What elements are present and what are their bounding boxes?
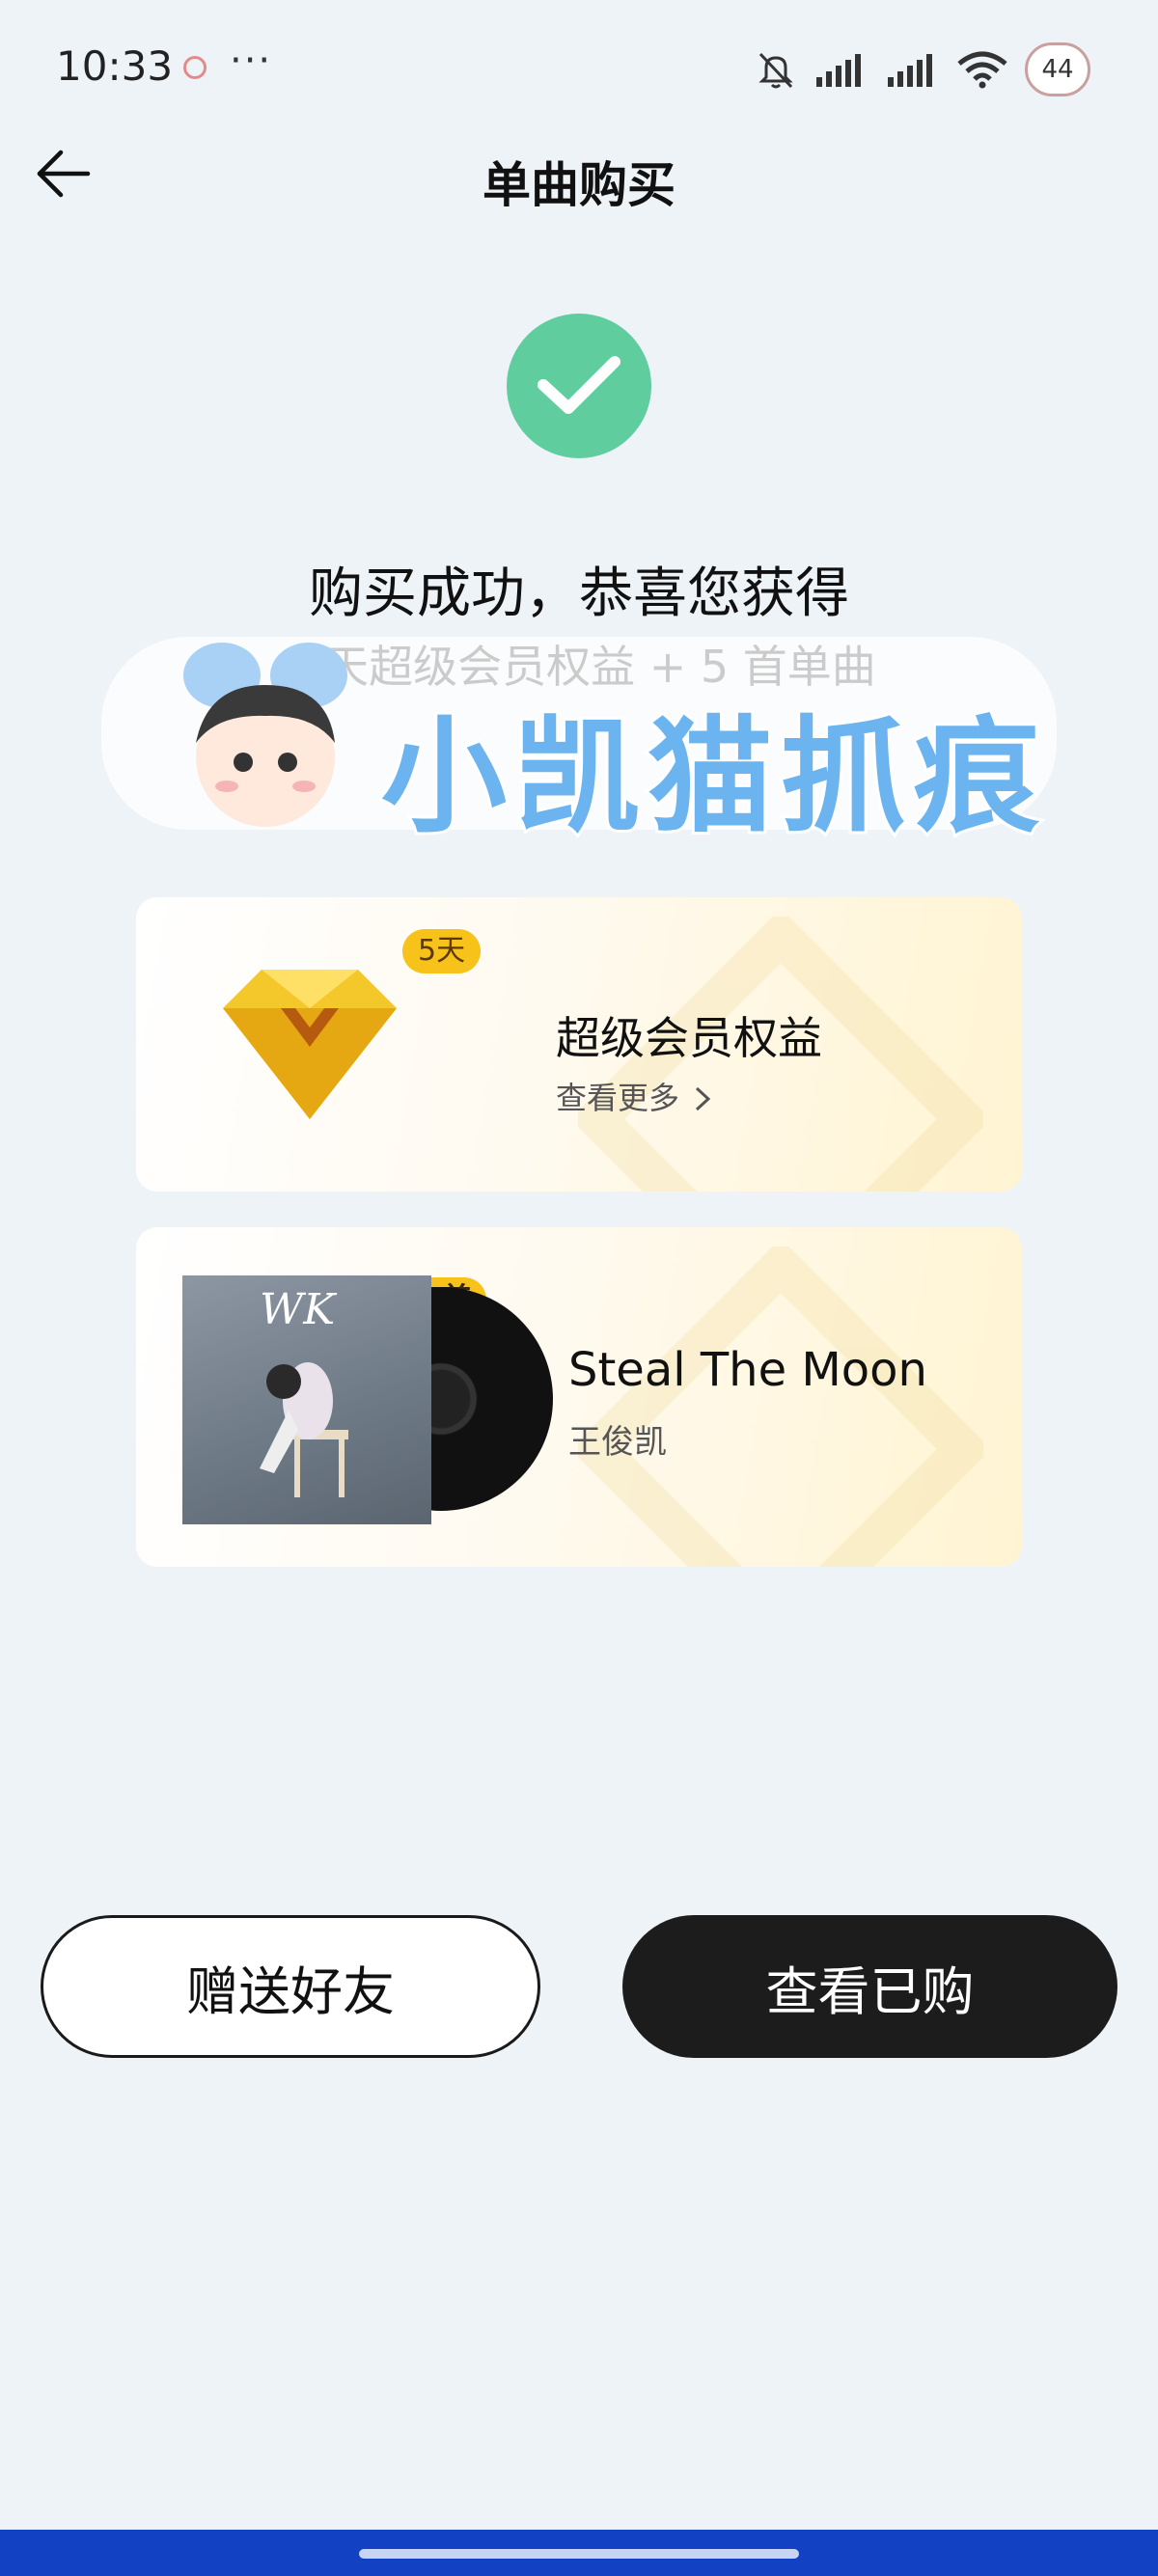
more-notifications-icon: ··· — [230, 39, 273, 83]
wifi-icon — [957, 51, 1007, 89]
success-check-icon — [507, 314, 651, 458]
chevron-right-icon — [696, 1086, 711, 1111]
notification-app-icon — [183, 56, 207, 79]
view-purchased-button[interactable]: 查看已购 — [622, 1915, 1117, 2058]
diamond-icon — [223, 970, 397, 1119]
status-indicators: 44 — [755, 42, 1090, 96]
duration-badge: 5天 — [402, 929, 482, 973]
card-background-pattern — [578, 1247, 983, 1567]
success-subtitle: 5 天超级会员权益 + 5 首单曲 — [282, 641, 876, 693]
success-title: 购买成功，恭喜您获得 — [309, 562, 849, 625]
signal-icon-2 — [888, 54, 932, 87]
song-artist: 王俊凯 — [568, 1423, 667, 1462]
song-title: Steal The Moon — [568, 1343, 927, 1397]
mute-bell-icon — [758, 52, 793, 89]
vip-benefit-card[interactable]: 5天 超级会员权益 查看更多 — [136, 897, 1022, 1192]
home-indicator[interactable] — [359, 2549, 799, 2559]
song-card[interactable]: WK 5首 Steal The Moon 王俊凯 — [136, 1227, 1022, 1567]
signal-icon — [816, 54, 861, 87]
battery-icon: 44 — [1025, 42, 1090, 96]
vip-benefit-title: 超级会员权益 — [556, 1012, 822, 1064]
view-more-link[interactable]: 查看更多 — [556, 1074, 712, 1118]
album-cover: WK — [182, 1275, 431, 1524]
svg-text:WK: WK — [260, 1285, 337, 1334]
system-nav-bar — [0, 2530, 1158, 2576]
status-time: 10:33 — [56, 42, 174, 90]
page-title: 单曲购买 — [482, 157, 676, 213]
status-bar: 10:33 ··· 44 — [0, 0, 1158, 135]
gift-to-friend-button[interactable]: 赠送好友 — [41, 1915, 540, 2058]
sticker-text: 小凯猫抓痕 — [378, 700, 1048, 853]
view-more-label: 查看更多 — [556, 1080, 680, 1116]
